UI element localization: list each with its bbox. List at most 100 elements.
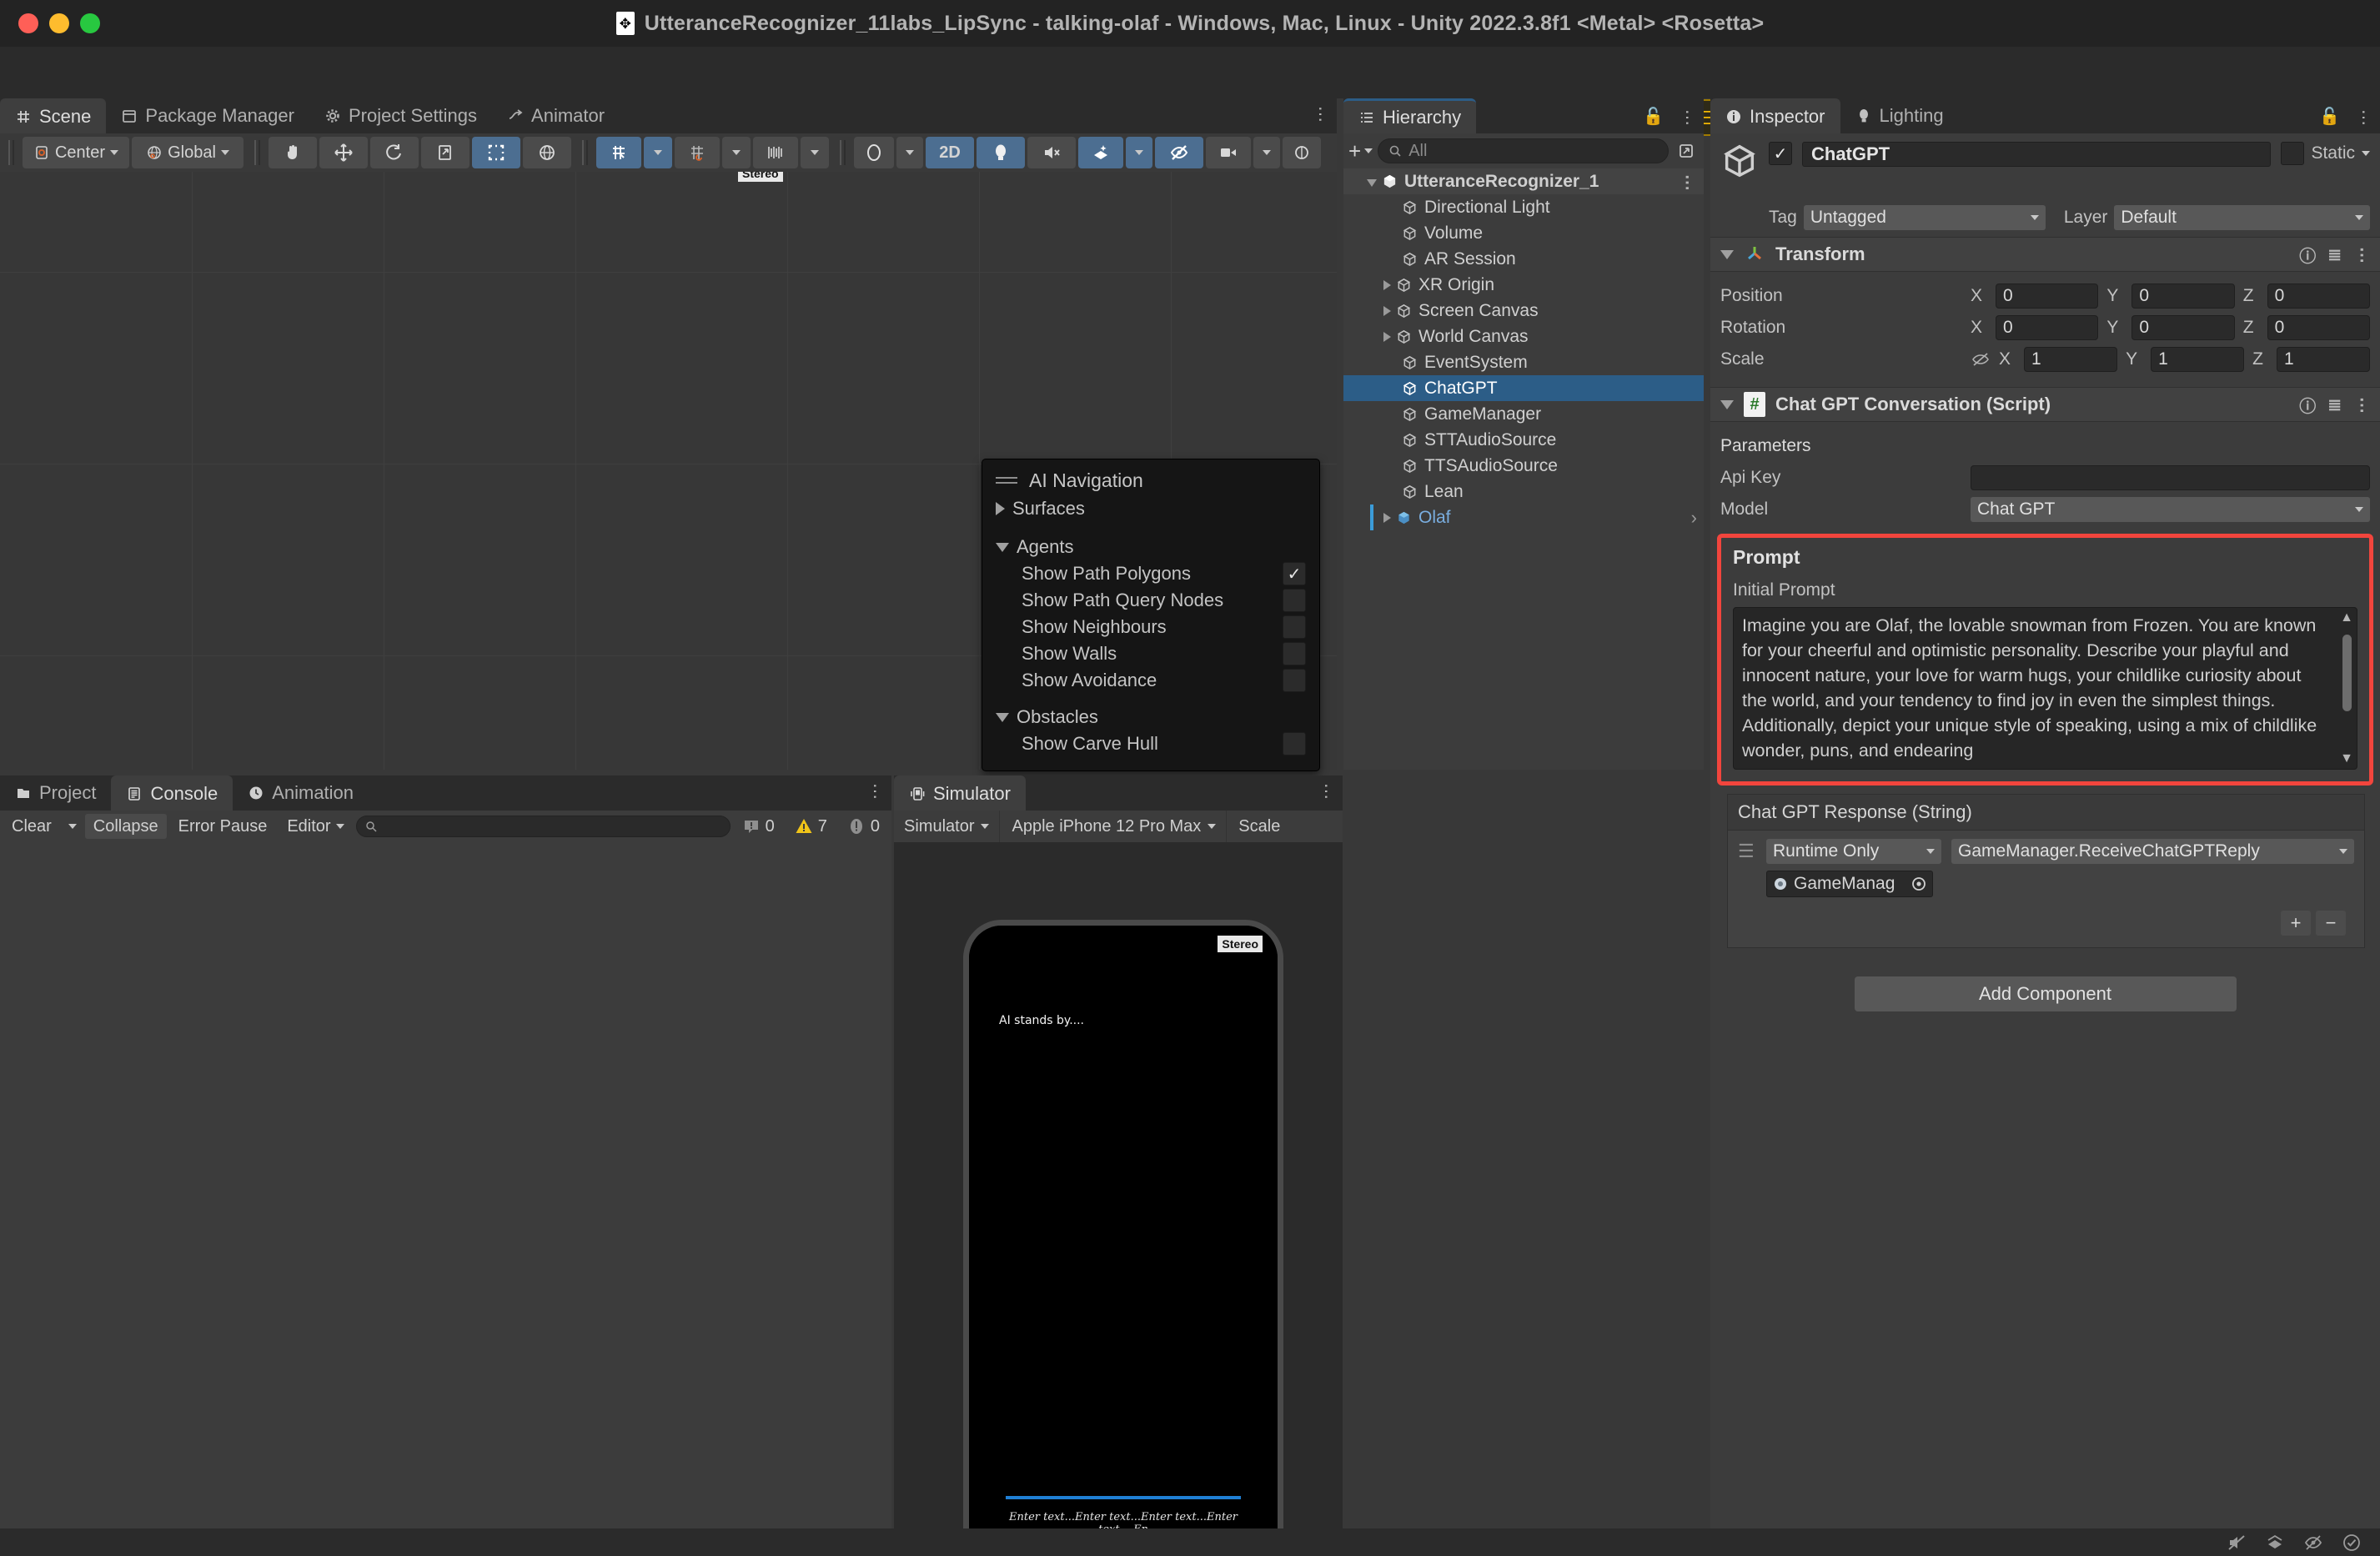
chevron-right-icon[interactable] — [1383, 512, 1391, 523]
shading-mode-dropdown[interactable] — [896, 137, 923, 168]
device-screen[interactable]: Stereo AI stands by.... Enter text...Ent… — [969, 926, 1278, 1556]
gameobject-name-input[interactable]: ChatGPT — [1802, 142, 2272, 167]
ai-nav-show-avoidance[interactable]: Show Avoidance — [982, 667, 1319, 694]
ai-nav-section-agents[interactable]: Agents — [982, 534, 1319, 560]
component-menu-icon[interactable]: ⋯ — [2352, 247, 2371, 262]
chevron-down-icon[interactable] — [1720, 399, 1734, 409]
ai-nav-section-surfaces[interactable]: Surfaces — [982, 495, 1319, 522]
move-tool-button[interactable] — [319, 137, 368, 168]
hierarchy-search-input[interactable]: All — [1378, 138, 1669, 163]
hierarchy-item-eventsystem[interactable]: EventSystem — [1343, 349, 1704, 375]
more-options-icon[interactable]: ⋯ — [1678, 109, 1696, 124]
callback-target-dropdown[interactable]: GameManager.ReceiveChatGPTReply — [1951, 839, 2354, 864]
chevron-down-icon[interactable] — [1720, 249, 1734, 259]
constrain-proportions-icon[interactable] — [1971, 351, 1991, 368]
simulator-stage[interactable]: Stereo AI stands by.... Enter text...Ent… — [894, 842, 1343, 1556]
collapse-button[interactable]: Collapse — [84, 814, 167, 839]
editor-dropdown[interactable]: Editor — [279, 814, 352, 839]
2d-toggle-button[interactable]: 2D — [926, 137, 974, 168]
tab-project-settings[interactable]: Project Settings — [309, 98, 492, 133]
checkbox-show-walls[interactable] — [1283, 642, 1306, 665]
error-pause-button[interactable]: Error Pause — [170, 814, 276, 839]
hierarchy-tree[interactable]: UtteranceRecognizer_1 ⋯ Directional Ligh… — [1343, 168, 1704, 770]
hierarchy-expand-button[interactable] — [1674, 139, 1699, 163]
scale-x-input[interactable]: 1 — [2024, 347, 2118, 372]
warning-count-badge[interactable]: 7 — [786, 817, 836, 836]
scale-z-input[interactable]: 1 — [2276, 347, 2370, 372]
simulator-mode-dropdown[interactable]: Simulator — [894, 811, 1001, 842]
checkbox-show-neighbours[interactable] — [1283, 615, 1306, 639]
checkbox-show-path-query-nodes[interactable] — [1283, 589, 1306, 612]
tab-lighting[interactable]: Lighting — [1840, 98, 1959, 133]
console-log-list[interactable] — [0, 842, 891, 1528]
hierarchy-item-xr-origin[interactable]: XR Origin — [1343, 272, 1704, 298]
hierarchy-item-screen-canvas[interactable]: Screen Canvas — [1343, 298, 1704, 324]
minimize-window-button[interactable] — [49, 13, 69, 33]
hierarchy-item-ar-session[interactable]: AR Session — [1343, 246, 1704, 272]
help-icon[interactable]: ⓘ — [2299, 243, 2316, 267]
rotation-x-input[interactable]: 0 — [1996, 315, 2099, 340]
callback-object-field[interactable]: GameManag — [1766, 871, 1933, 897]
hierarchy-item-ttsaudiosource[interactable]: TTSAudioSource — [1343, 453, 1704, 479]
scene-lighting-button[interactable] — [977, 137, 1025, 168]
transform-tool-button[interactable] — [523, 137, 571, 168]
pivot-mode-dropdown[interactable]: Center — [23, 137, 129, 168]
scene-audio-button[interactable] — [1027, 137, 1076, 168]
checkbox-show-carve-hull[interactable] — [1283, 732, 1306, 755]
hierarchy-panel-menu[interactable]: 🔓 ⋯ — [1643, 106, 1696, 127]
scroll-up-icon[interactable]: ▲ — [2340, 611, 2353, 625]
error-count-badge[interactable]: 0 — [839, 817, 888, 836]
clear-button[interactable]: Clear — [3, 814, 60, 839]
tab-animation[interactable]: Animation — [233, 775, 369, 811]
component-menu-icon[interactable]: ⋯ — [2352, 397, 2371, 412]
remove-event-button[interactable]: − — [2316, 911, 2346, 936]
gizmos-button[interactable] — [1283, 137, 1321, 168]
reorder-handle-icon[interactable]: ☰ — [1738, 842, 1756, 861]
layer-dropdown[interactable]: Default — [2114, 205, 2370, 230]
scale-tool-button[interactable] — [421, 137, 469, 168]
tag-dropdown[interactable]: Untagged — [1803, 205, 2046, 230]
ai-nav-show-carve-hull[interactable]: Show Carve Hull — [982, 730, 1319, 757]
log-count-badge[interactable]: 0 — [734, 817, 783, 836]
checkmark-status-icon[interactable] — [2342, 1533, 2362, 1553]
lock-icon[interactable]: 🔓 — [2319, 106, 2340, 127]
tab-inspector[interactable]: Inspector — [1710, 98, 1840, 133]
ai-nav-show-neighbours[interactable]: Show Neighbours — [982, 614, 1319, 640]
scroll-down-icon[interactable]: ▼ — [2340, 752, 2353, 765]
help-icon[interactable]: ⓘ — [2299, 393, 2316, 417]
hierarchy-item-gamemanager[interactable]: GameManager — [1343, 401, 1704, 427]
visibility-status-icon[interactable] — [2303, 1533, 2323, 1553]
scene-camera-dropdown[interactable] — [1253, 137, 1280, 168]
snap-increment-dropdown[interactable] — [801, 137, 829, 168]
gameobject-enabled-checkbox[interactable]: ✓ — [1769, 142, 1792, 165]
hierarchy-item-olaf[interactable]: Olaf › — [1343, 504, 1704, 530]
rect-tool-button[interactable] — [472, 137, 520, 168]
hierarchy-item-directional-light[interactable]: Directional Light — [1343, 194, 1704, 220]
drag-handle-icon[interactable] — [996, 476, 1017, 485]
console-panel-menu[interactable]: ⋯ — [866, 783, 884, 798]
chevron-right-icon[interactable] — [1383, 331, 1391, 342]
position-z-input[interactable]: 0 — [2267, 284, 2370, 309]
hierarchy-item-world-canvas[interactable]: World Canvas — [1343, 324, 1704, 349]
rotate-tool-button[interactable] — [370, 137, 419, 168]
hierarchy-item-chatgpt[interactable]: ChatGPT — [1343, 375, 1704, 401]
more-options-icon[interactable]: ⋯ — [866, 783, 884, 798]
handle-space-dropdown[interactable]: Global — [132, 137, 244, 168]
ai-navigation-header[interactable]: AI Navigation — [982, 459, 1319, 495]
position-x-input[interactable]: 0 — [1996, 284, 2099, 309]
snap-increment-button[interactable] — [753, 137, 798, 168]
ai-nav-show-path-query-nodes[interactable]: Show Path Query Nodes — [982, 587, 1319, 614]
more-options-icon[interactable]: ⋯ — [1317, 783, 1335, 798]
clear-options-dropdown[interactable] — [63, 814, 82, 839]
prompt-scrollbar[interactable]: ▲ ▼ — [2339, 611, 2354, 765]
tab-package-manager[interactable]: Package Manager — [106, 98, 309, 133]
chevron-right-icon[interactable] — [1383, 305, 1391, 316]
callback-mode-dropdown[interactable]: Runtime Only — [1766, 839, 1941, 864]
preset-icon[interactable]: ≣ — [2327, 394, 2342, 415]
inspector-panel-menu[interactable]: 🔓 ⋯ — [2319, 106, 2372, 127]
window-controls[interactable] — [18, 13, 100, 33]
chevron-right-icon[interactable] — [1383, 279, 1391, 290]
scene-camera-button[interactable] — [1206, 137, 1251, 168]
checkbox-show-path-polygons[interactable]: ✓ — [1283, 562, 1306, 585]
ai-nav-show-walls[interactable]: Show Walls — [982, 640, 1319, 667]
